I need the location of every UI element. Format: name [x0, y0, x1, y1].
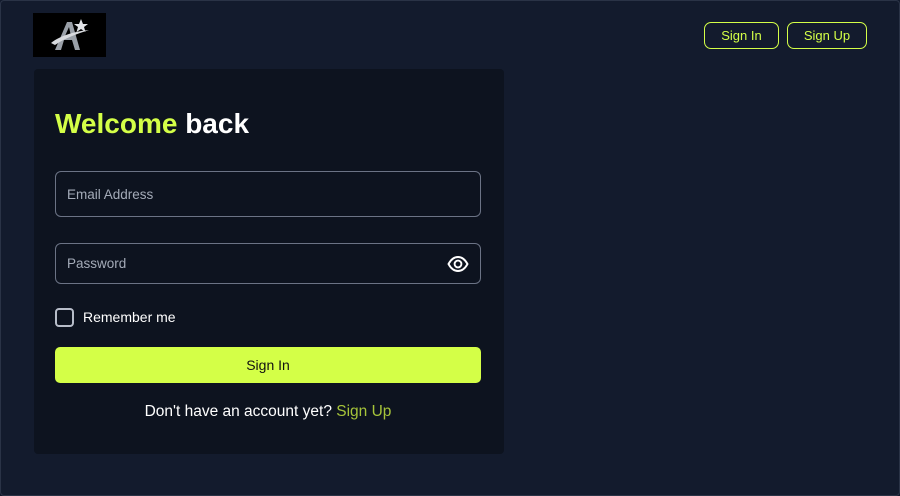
eye-icon[interactable]	[447, 254, 469, 274]
email-input[interactable]	[56, 172, 480, 216]
sign-in-button[interactable]: Sign In	[55, 347, 481, 383]
page-title: Welcome back	[55, 105, 249, 143]
password-input[interactable]	[56, 244, 480, 283]
title-accent: Welcome	[55, 108, 178, 139]
sign-up-link[interactable]: Sign Up	[336, 403, 391, 420]
email-field	[55, 171, 481, 217]
remember-me-label: Remember me	[83, 309, 176, 325]
title-rest: back	[177, 108, 250, 139]
remember-me-row: Remember me	[55, 306, 176, 328]
signup-prompt: Don't have an account yet? Sign Up	[55, 403, 481, 421]
app-window: Sign In Sign Up Welcome back Remember me…	[0, 0, 900, 496]
brand-logo[interactable]	[33, 13, 106, 57]
star-a-logo-icon	[51, 19, 89, 50]
header-sign-up-button[interactable]: Sign Up	[787, 22, 867, 49]
header-sign-in-button[interactable]: Sign In	[704, 22, 779, 49]
remember-me-checkbox[interactable]	[55, 307, 74, 327]
password-field	[55, 243, 481, 284]
signup-prompt-text: Don't have an account yet?	[144, 403, 337, 420]
